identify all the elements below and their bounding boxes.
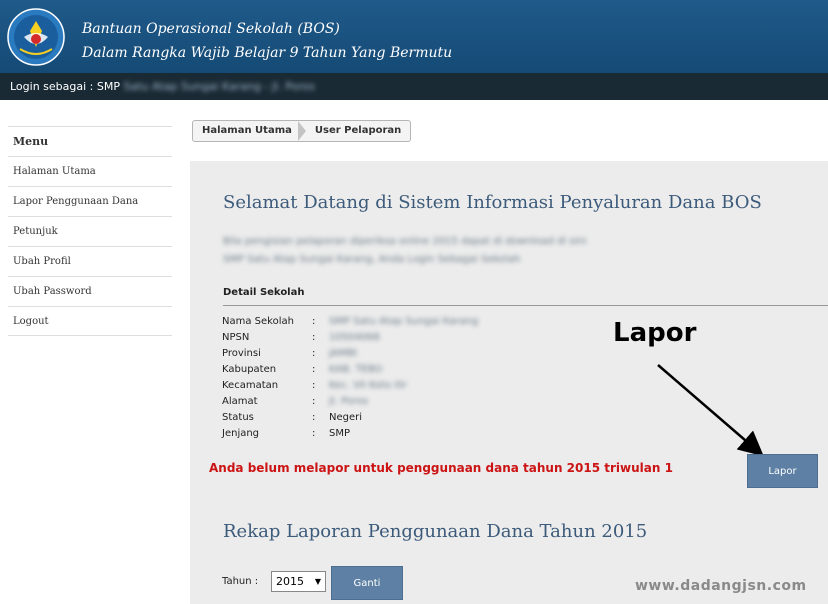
sidebar-item-logout[interactable]: Logout — [8, 306, 172, 336]
tahun-select-value: 2015 — [276, 575, 304, 588]
sidebar-menu-heading: Menu — [8, 126, 172, 156]
tahun-label: Tahun : — [222, 576, 259, 587]
sidebar-item-ubah-profil[interactable]: Ubah Profil — [8, 246, 172, 276]
login-school-name-blurred: Satu Atap Sungai Karang - Jl. Poros — [123, 80, 316, 93]
sidebar-item-ubah-password[interactable]: Ubah Password — [8, 276, 172, 306]
main-panel: Selamat Datang di Sistem Informasi Penya… — [190, 161, 828, 604]
login-bar: Login sebagai : SMP Satu Atap Sungai Kar… — [0, 73, 828, 100]
lapor-button[interactable]: Lapor — [747, 454, 818, 488]
login-label: Login sebagai : SMP — [10, 80, 120, 93]
rekap-title: Rekap Laporan Penggunaan Dana Tahun 2015 — [223, 521, 648, 542]
chevron-down-icon: ▼ — [314, 577, 321, 586]
breadcrumb-home[interactable]: Halaman Utama — [193, 121, 306, 141]
breadcrumb-current: User Pelaporan — [314, 125, 402, 136]
watermark: www.dadangjsn.com — [635, 578, 807, 594]
ganti-button[interactable]: Ganti — [331, 566, 403, 600]
sidebar-item-petunjuk[interactable]: Petunjuk — [8, 216, 172, 246]
header-subtitle: Dalam Rangka Wajib Belajar 9 Tahun Yang … — [82, 45, 453, 61]
breadcrumb: Halaman Utama User Pelaporan — [192, 120, 412, 142]
header-title: Bantuan Operasional Sekolah (BOS) — [82, 21, 340, 37]
sidebar-item-halaman-utama[interactable]: Halaman Utama — [8, 156, 172, 186]
sidebar: Menu Halaman Utama Lapor Penggunaan Dana… — [8, 126, 172, 336]
sidebar-item-lapor-penggunaan-dana[interactable]: Lapor Penggunaan Dana — [8, 186, 172, 216]
tut-wuri-handayani-logo — [7, 8, 65, 66]
lapor-warning-text: Anda belum melapor untuk penggunaan dana… — [209, 461, 673, 475]
header: Bantuan Operasional Sekolah (BOS) Dalam … — [0, 0, 828, 73]
tahun-select[interactable]: 2015 ▼ — [271, 571, 326, 592]
